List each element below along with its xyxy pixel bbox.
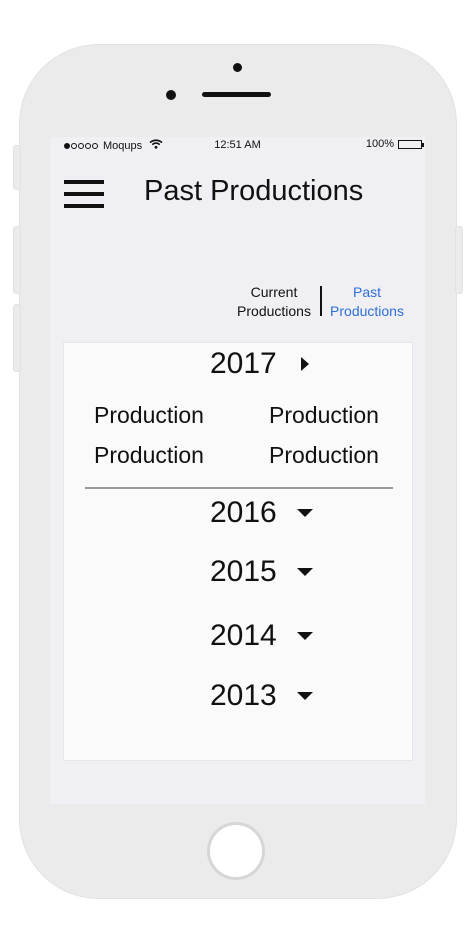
app-screen: Moqups 12:51 AM 100% Past Productions Cu… [50,137,425,804]
year-label: 2015 [210,555,277,588]
proximity-sensor [166,90,176,100]
caret-down-icon [297,509,313,517]
production-item[interactable]: Production [269,400,379,430]
front-camera [233,63,242,72]
tab-current-label-line1: Current [250,284,298,300]
production-item[interactable]: Production [94,400,204,430]
caret-down-icon [297,632,313,640]
status-right: 100% [365,138,424,150]
year-row-2014[interactable]: 2014 [64,616,414,656]
battery-percent: 100% [365,138,394,150]
tab-past-label-line2: Productions [330,303,404,319]
tab-divider [320,286,322,316]
production-item[interactable]: Production [269,440,379,470]
caret-down-icon [297,568,313,576]
production-item[interactable]: Production [94,440,204,470]
caret-down-icon [297,692,313,700]
year-label: 2016 [210,496,277,529]
mute-switch [13,145,21,190]
battery-icon [398,139,424,149]
year-row-2015[interactable]: 2015 [64,552,414,592]
tab-past-label-line1: Past [352,284,381,300]
volume-down-button [13,304,21,372]
year-label: 2014 [210,619,277,652]
year-label: 2017 [210,347,277,380]
status-bar: Moqups 12:51 AM 100% [50,137,425,153]
year-row-2016[interactable]: 2016 [64,493,414,533]
productions-list-panel: 2017 Production Production Production Pr… [63,342,413,761]
hamburger-menu-icon[interactable] [64,178,104,210]
tab-current-productions[interactable]: Current Productions [233,283,315,321]
earpiece-speaker [202,92,271,97]
year-row-2017[interactable]: 2017 [64,344,414,384]
volume-up-button [13,226,21,294]
caret-right-icon [301,357,309,371]
tab-past-productions[interactable]: Past Productions [327,283,407,321]
home-button[interactable] [207,822,265,880]
power-button [455,226,463,294]
year-row-2013[interactable]: 2013 [64,676,414,716]
year-label: 2013 [210,679,277,712]
year-divider [85,487,393,489]
tab-current-label-line2: Productions [237,303,311,319]
page-title: Past Productions [144,175,364,207]
